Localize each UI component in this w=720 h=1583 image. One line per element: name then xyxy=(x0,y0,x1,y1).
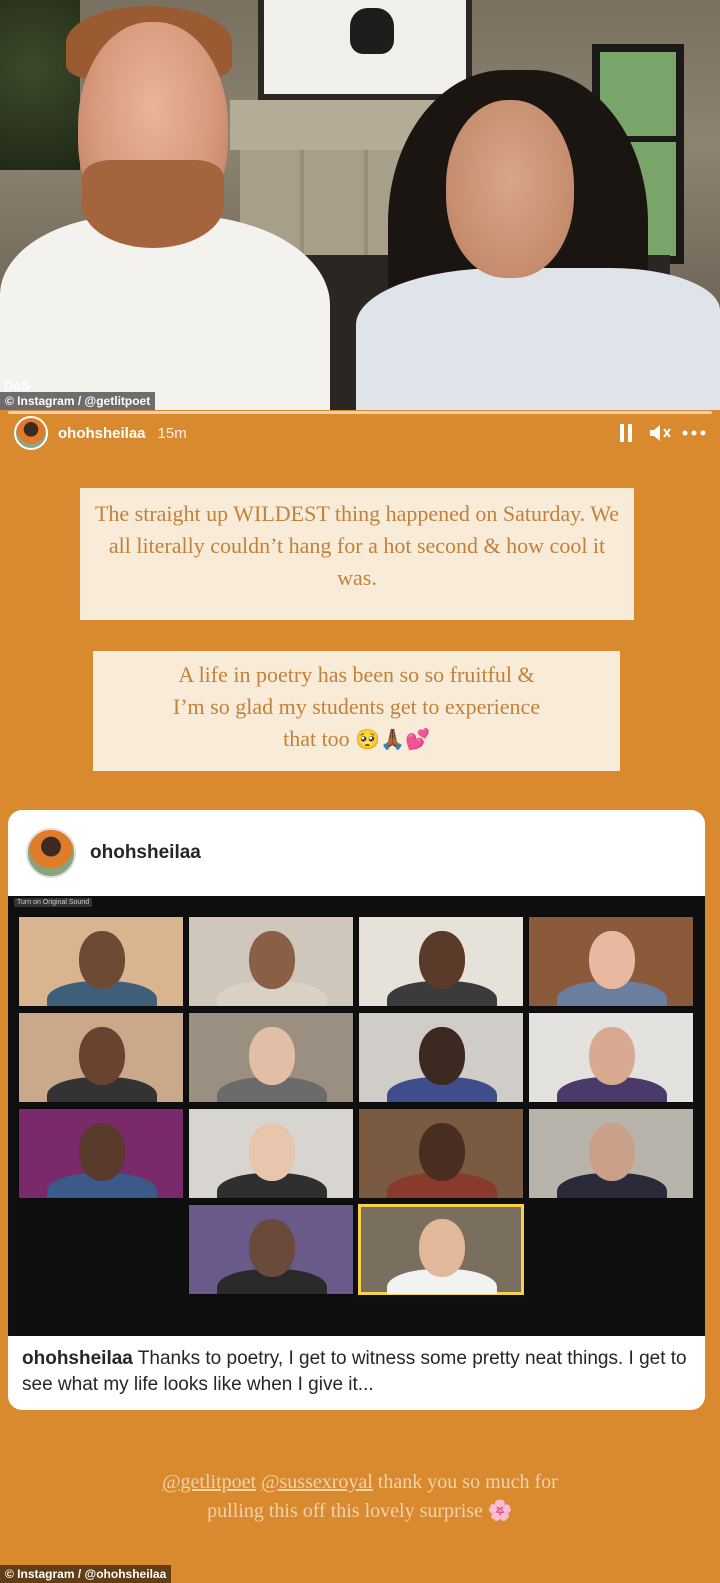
video-tile xyxy=(528,1012,694,1103)
story-text-box-2: A life in poetry has been so so fruitful… xyxy=(93,651,620,771)
participant-face xyxy=(419,931,465,989)
photo-credit-top: © Instagram / @getlitpoet xyxy=(0,392,156,410)
video-tile xyxy=(18,916,184,1007)
participant-face xyxy=(419,1027,465,1085)
video-tile xyxy=(358,1204,524,1295)
story-progress-bar xyxy=(8,411,712,414)
participant-face xyxy=(249,1123,295,1181)
woman-face xyxy=(446,100,574,278)
video-tile xyxy=(528,1108,694,1199)
mute-icon[interactable] xyxy=(648,421,672,445)
woman-shirt xyxy=(356,268,720,410)
video-tile xyxy=(358,916,524,1007)
story-time: 15m xyxy=(157,424,187,442)
participant-face xyxy=(589,1123,635,1181)
more-icon[interactable] xyxy=(682,421,706,445)
post-caption: ohohsheilaa Thanks to poetry, I get to w… xyxy=(22,1346,692,1398)
bottom-story-text: @getlitpoet @sussexroyal thank you so mu… xyxy=(150,1468,570,1525)
participant-face xyxy=(589,1027,635,1085)
video-tile xyxy=(188,1012,354,1103)
story-header: ohohsheilaa 15m xyxy=(14,416,706,450)
pause-icon[interactable] xyxy=(614,421,638,445)
story-text-line: A life in poetry has been so so fruitful… xyxy=(178,662,535,687)
story-text-line: I’m so glad my students get to experienc… xyxy=(172,694,541,719)
zoom-toolbar: Turn on Original Sound xyxy=(8,896,705,910)
video-tile xyxy=(528,916,694,1007)
participant-face xyxy=(79,1123,125,1181)
flower-emoji: 🌸 xyxy=(487,1498,513,1522)
participant-face xyxy=(79,1027,125,1085)
participant-face xyxy=(249,1219,295,1277)
video-tile xyxy=(18,1012,184,1103)
mention-sussexroyal[interactable]: @sussexroyal xyxy=(261,1471,373,1493)
participant-face xyxy=(249,931,295,989)
video-tile xyxy=(18,1108,184,1199)
story-avatar[interactable] xyxy=(14,416,48,450)
framed-artwork xyxy=(258,0,472,100)
video-call-screenshot: Turn on Original Sound xyxy=(8,896,705,1336)
photo-credit-bottom: © Instagram / @ohohsheilaa xyxy=(0,1565,172,1583)
story-username[interactable]: ohohsheilaa xyxy=(58,425,146,442)
video-tile xyxy=(188,916,354,1007)
story-controls xyxy=(614,421,706,445)
video-tile xyxy=(188,1108,354,1199)
video-tile xyxy=(358,1012,524,1103)
participant-face xyxy=(419,1123,465,1181)
post-avatar[interactable] xyxy=(26,828,76,878)
plant xyxy=(0,0,80,170)
post-header: ohohsheilaa xyxy=(8,810,705,896)
mention-getlitpoet[interactable]: @getlitpoet xyxy=(162,1471,256,1493)
participant-face xyxy=(589,931,635,989)
participant-face xyxy=(419,1219,465,1277)
man-beard xyxy=(82,160,224,248)
caption-username[interactable]: ohohsheilaa xyxy=(22,1348,133,1369)
video-tile xyxy=(188,1204,354,1295)
story-text-line: that too xyxy=(283,726,350,751)
video-tile xyxy=(358,1108,524,1199)
story-text-box-1: The straight up WILDEST thing happened o… xyxy=(80,488,634,620)
top-photo: DoS © Instagram / @getlitpoet xyxy=(0,0,720,410)
participant-face xyxy=(79,931,125,989)
story-emoji: 🥺🙏🏾💕 xyxy=(355,727,430,751)
post-username[interactable]: ohohsheilaa xyxy=(90,842,201,864)
zoom-sound-label: Turn on Original Sound xyxy=(14,898,93,907)
photo-badge: DoS xyxy=(4,378,30,393)
embedded-post[interactable]: ohohsheilaa Turn on Original Sound ohohs… xyxy=(8,810,705,1410)
participant-face xyxy=(249,1027,295,1085)
